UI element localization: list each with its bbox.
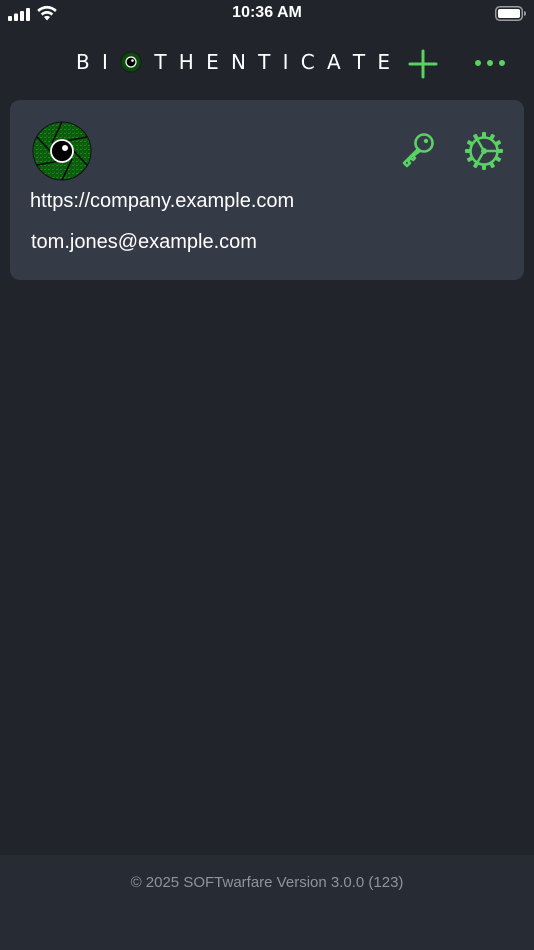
logo-letter: T: [258, 50, 271, 74]
key-icon: [402, 133, 434, 168]
app-screen: 10:36 AM B I T H E N T I C A T E https:/…: [0, 0, 534, 950]
logo-letter: N: [230, 50, 246, 74]
more-horizontal-icon: [475, 60, 505, 66]
app-header: B I T H E N T I C A T E: [0, 40, 534, 84]
logo-letter: T: [154, 50, 167, 74]
more-options-button[interactable]: [470, 52, 510, 74]
account-avatar: [32, 121, 92, 181]
logo-letter: T: [352, 50, 366, 74]
add-account-button[interactable]: [405, 46, 441, 82]
key-button[interactable]: [399, 131, 437, 169]
logo-letter: B: [76, 50, 90, 74]
gear-icon: [465, 132, 503, 170]
account-card[interactable]: https://company.example.com tom.jones@ex…: [10, 100, 524, 280]
logo-letter: A: [326, 50, 341, 74]
logo-letter: E: [206, 50, 219, 74]
logo-letter: C: [300, 50, 315, 74]
eye-logo-icon: [120, 51, 142, 73]
account-url: https://company.example.com: [30, 190, 295, 212]
logo-letter: I: [101, 50, 108, 74]
version-label: © 2025 SOFTwarfare Version 3.0.0 (123): [130, 874, 404, 891]
account-email: tom.jones@example.com: [31, 231, 257, 253]
logo-letter: H: [178, 50, 194, 74]
logo-letter: E: [377, 50, 390, 74]
plus-icon: [408, 49, 438, 79]
biothenticate-logo: B I T H E N T I C A T E: [76, 48, 390, 76]
status-time: 10:36 AM: [232, 4, 302, 21]
status-bar: 10:36 AM: [0, 0, 534, 30]
logo-letter: I: [282, 50, 289, 74]
account-settings-button[interactable]: [464, 131, 504, 171]
battery-icon: [495, 6, 526, 21]
footer: © 2025 SOFTwarfare Version 3.0.0 (123): [0, 855, 534, 950]
